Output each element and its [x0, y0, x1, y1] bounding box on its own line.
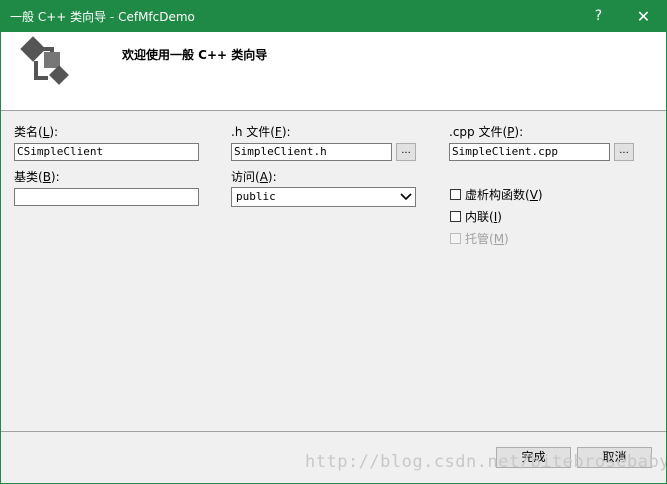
inline-label: 内联(I)	[465, 209, 502, 224]
cpp-file-label: .cpp 文件(P):	[449, 125, 524, 139]
h-file-label: .h 文件(F):	[231, 125, 291, 139]
h-file-input[interactable]: SimpleClient.h	[231, 143, 392, 161]
chevron-down-icon	[400, 193, 412, 201]
base-class-input[interactable]	[14, 188, 199, 206]
cpp-file-browse-button[interactable]: ...	[614, 143, 634, 161]
managed-label: 托管(M)	[465, 231, 509, 246]
title-bar: 一般 C++ 类向导 - CefMfcDemo ? ✕	[0, 0, 667, 32]
watermark-text: http://blog.csdn.net/bitebrosebaby	[305, 452, 667, 472]
cpp-file-input[interactable]: SimpleClient.cpp	[449, 143, 610, 161]
checkbox-box[interactable]	[450, 210, 461, 222]
virtual-destructor-checkbox[interactable]: 虚析构函数(V)	[450, 186, 543, 202]
footer-divider	[1, 431, 666, 432]
inline-checkbox[interactable]: 内联(I)	[450, 208, 502, 224]
access-select[interactable]: public	[231, 187, 416, 207]
h-file-browse-button[interactable]: ...	[396, 143, 416, 161]
access-select-value: public	[236, 190, 276, 203]
base-class-label: 基类(B):	[14, 170, 60, 184]
class-name-label: 类名(L):	[14, 125, 59, 139]
class-name-input[interactable]: CSimpleClient	[14, 143, 199, 161]
managed-checkbox: 托管(M)	[450, 230, 509, 246]
virtual-destructor-label: 虚析构函数(V)	[465, 187, 543, 202]
close-button[interactable]: ✕	[621, 0, 666, 32]
window-title: 一般 C++ 类向导 - CefMfcDemo	[10, 10, 195, 24]
checkbox-box[interactable]	[450, 188, 461, 200]
help-button[interactable]: ?	[576, 0, 621, 32]
class-wizard-icon	[20, 36, 69, 85]
checkbox-box	[450, 232, 461, 244]
access-label: 访问(A):	[231, 170, 277, 184]
wizard-heading: 欢迎使用一般 C++ 类向导	[122, 48, 268, 62]
wizard-header: 欢迎使用一般 C++ 类向导	[1, 32, 666, 111]
